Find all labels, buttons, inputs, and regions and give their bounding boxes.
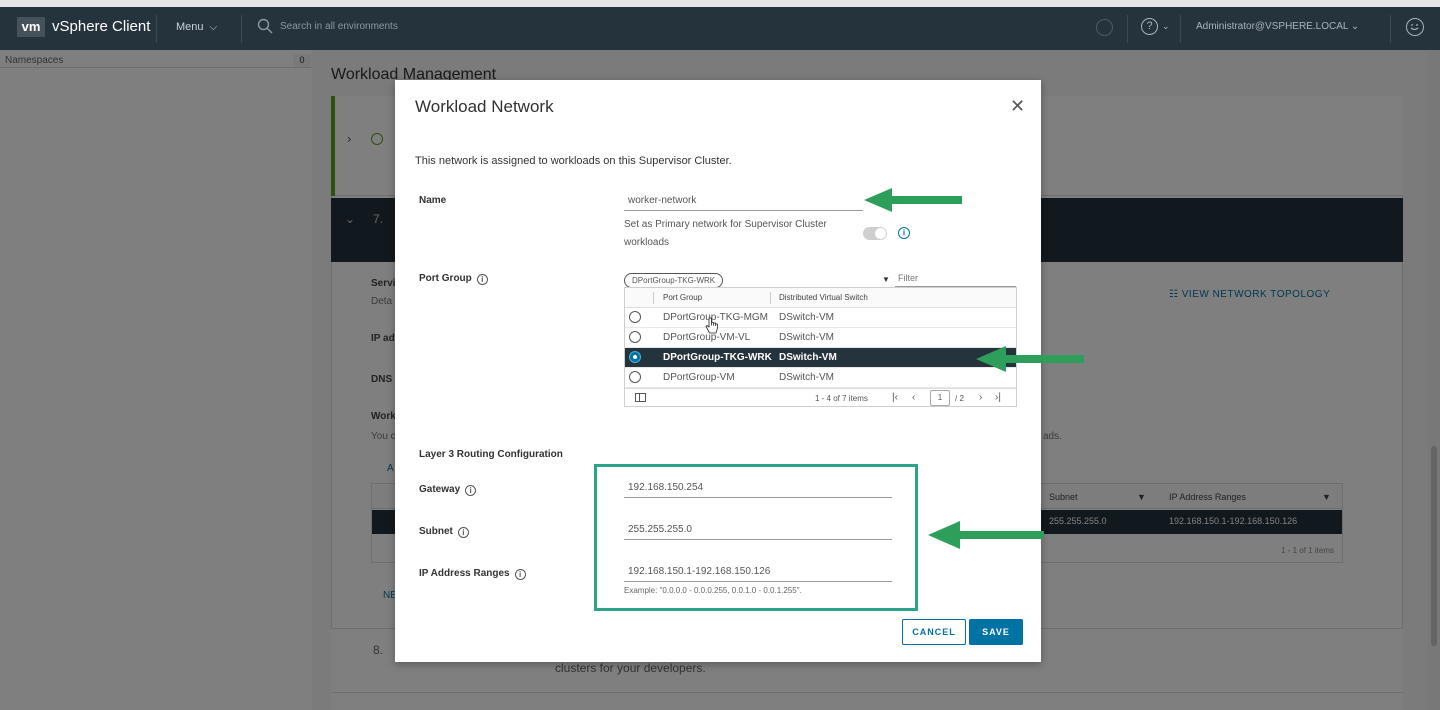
arrow-left-icon	[976, 346, 1084, 372]
row-radio-selected[interactable]	[629, 351, 641, 363]
user-name: Administrator@VSPHERE.LOCAL	[1196, 21, 1349, 32]
grid-item-count: 1 - 4 of 7 items	[815, 394, 868, 403]
grid-header: Port Group Distributed Virtual Switch	[625, 288, 1016, 308]
page-input[interactable]: 1	[930, 390, 950, 406]
arrow-left-icon	[864, 188, 962, 212]
column-divider	[653, 292, 654, 304]
header-divider	[1127, 15, 1128, 43]
page-total: / 2	[955, 394, 964, 403]
column-header-switch[interactable]: Distributed Virtual Switch	[779, 293, 868, 302]
help-icon[interactable]: ?	[1141, 18, 1158, 35]
selected-port-group-pill[interactable]: DPortGroup-TKG-WRK	[624, 273, 724, 288]
primary-network-toggle[interactable]	[863, 227, 887, 240]
prev-page-icon[interactable]: ‹	[912, 392, 915, 403]
grid-row[interactable]: DPortGroup-VM DSwitch-VM	[625, 368, 1016, 388]
cancel-button[interactable]: CANCEL	[902, 619, 966, 645]
app-header: vm vSphere Client Menu ⌵ Search in all en…	[0, 7, 1440, 50]
primary-network-label: Set as Primary network for Supervisor Cl…	[624, 219, 827, 248]
hand-cursor-icon	[705, 317, 718, 334]
chevron-down-icon: ⌄	[1350, 21, 1360, 32]
ip-ranges-label-text: IP Address Ranges	[419, 568, 510, 579]
next-page-icon[interactable]: ›	[979, 392, 982, 403]
name-label: Name	[419, 195, 447, 206]
close-icon[interactable]: ✕	[1010, 97, 1025, 115]
column-divider	[770, 292, 771, 304]
switch-cell: DSwitch-VM	[779, 312, 835, 323]
grid-row-selected[interactable]: DPortGroup-TKG-WRK DSwitch-VM	[625, 348, 1016, 368]
toggle-knob	[875, 228, 886, 239]
user-menu[interactable]: Administrator@VSPHERE.LOCAL ⌄	[1196, 21, 1359, 32]
dialog-title: Workload Network	[415, 97, 554, 116]
header-divider	[156, 15, 157, 43]
gateway-label-text: Gateway	[419, 484, 461, 495]
subnet-label: Subnet i	[419, 526, 469, 538]
column-toggle-icon[interactable]	[635, 393, 646, 402]
menu-label: Menu	[176, 21, 204, 33]
switch-cell: DSwitch-VM	[779, 332, 835, 343]
port-group-label-text: Port Group	[419, 273, 472, 284]
header-divider	[1390, 15, 1391, 43]
menu-button[interactable]: Menu ⌵	[176, 21, 217, 33]
dialog-description: This network is assigned to workloads on…	[415, 155, 732, 167]
layer3-section-title: Layer 3 Routing Configuration	[419, 449, 563, 460]
switch-cell: DSwitch-VM	[779, 352, 837, 363]
info-icon[interactable]: i	[898, 227, 910, 239]
switch-cell: DSwitch-VM	[779, 372, 835, 383]
name-input[interactable]	[624, 191, 863, 211]
chevron-down-icon: ⌵	[209, 22, 218, 33]
gateway-label: Gateway i	[419, 484, 477, 496]
header-divider	[241, 15, 242, 43]
window-top-strip	[0, 0, 1440, 7]
header-divider	[1180, 15, 1181, 43]
arrow-left-icon	[928, 521, 1044, 549]
ip-ranges-label: IP Address Ranges i	[419, 568, 526, 580]
spinner-icon	[1096, 19, 1113, 36]
chevron-down-icon[interactable]: ⌄	[1162, 21, 1170, 32]
subnet-label-text: Subnet	[419, 526, 453, 537]
app-title[interactable]: vSphere Client	[52, 18, 150, 35]
filter-input[interactable]	[895, 270, 1016, 287]
grid-row[interactable]: DPortGroup-VM-VL DSwitch-VM	[625, 328, 1016, 348]
filter-icon: ▼	[882, 275, 890, 284]
port-group-grid: Port Group Distributed Virtual Switch DP…	[624, 287, 1017, 407]
global-search-input[interactable]: Search in all environments	[280, 21, 398, 32]
vm-logo: vm	[17, 17, 45, 37]
row-radio[interactable]	[629, 331, 641, 343]
save-button[interactable]: SAVE	[969, 619, 1023, 645]
highlight-box	[594, 464, 918, 611]
info-icon[interactable]: i	[514, 569, 526, 580]
grid-row[interactable]: DPortGroup-TKG-MGM DSwitch-VM	[625, 308, 1016, 328]
port-group-label: Port Group i	[419, 273, 488, 285]
info-icon[interactable]: i	[457, 527, 469, 538]
port-group-cell: DPortGroup-TKG-WRK	[663, 352, 772, 363]
last-page-icon[interactable]: ›|	[995, 392, 1001, 403]
search-icon[interactable]	[257, 18, 273, 34]
smiley-feedback-icon[interactable]	[1406, 18, 1424, 36]
first-page-icon[interactable]: |‹	[892, 392, 898, 403]
info-icon[interactable]: i	[476, 274, 488, 285]
row-radio[interactable]	[629, 311, 641, 323]
grid-footer: 1 - 4 of 7 items |‹ ‹ 1 / 2 › ›|	[625, 388, 1016, 407]
info-icon[interactable]: i	[465, 485, 477, 496]
column-header-port-group[interactable]: Port Group	[663, 293, 702, 302]
row-radio[interactable]	[629, 371, 641, 383]
port-group-cell: DPortGroup-VM	[663, 372, 735, 383]
